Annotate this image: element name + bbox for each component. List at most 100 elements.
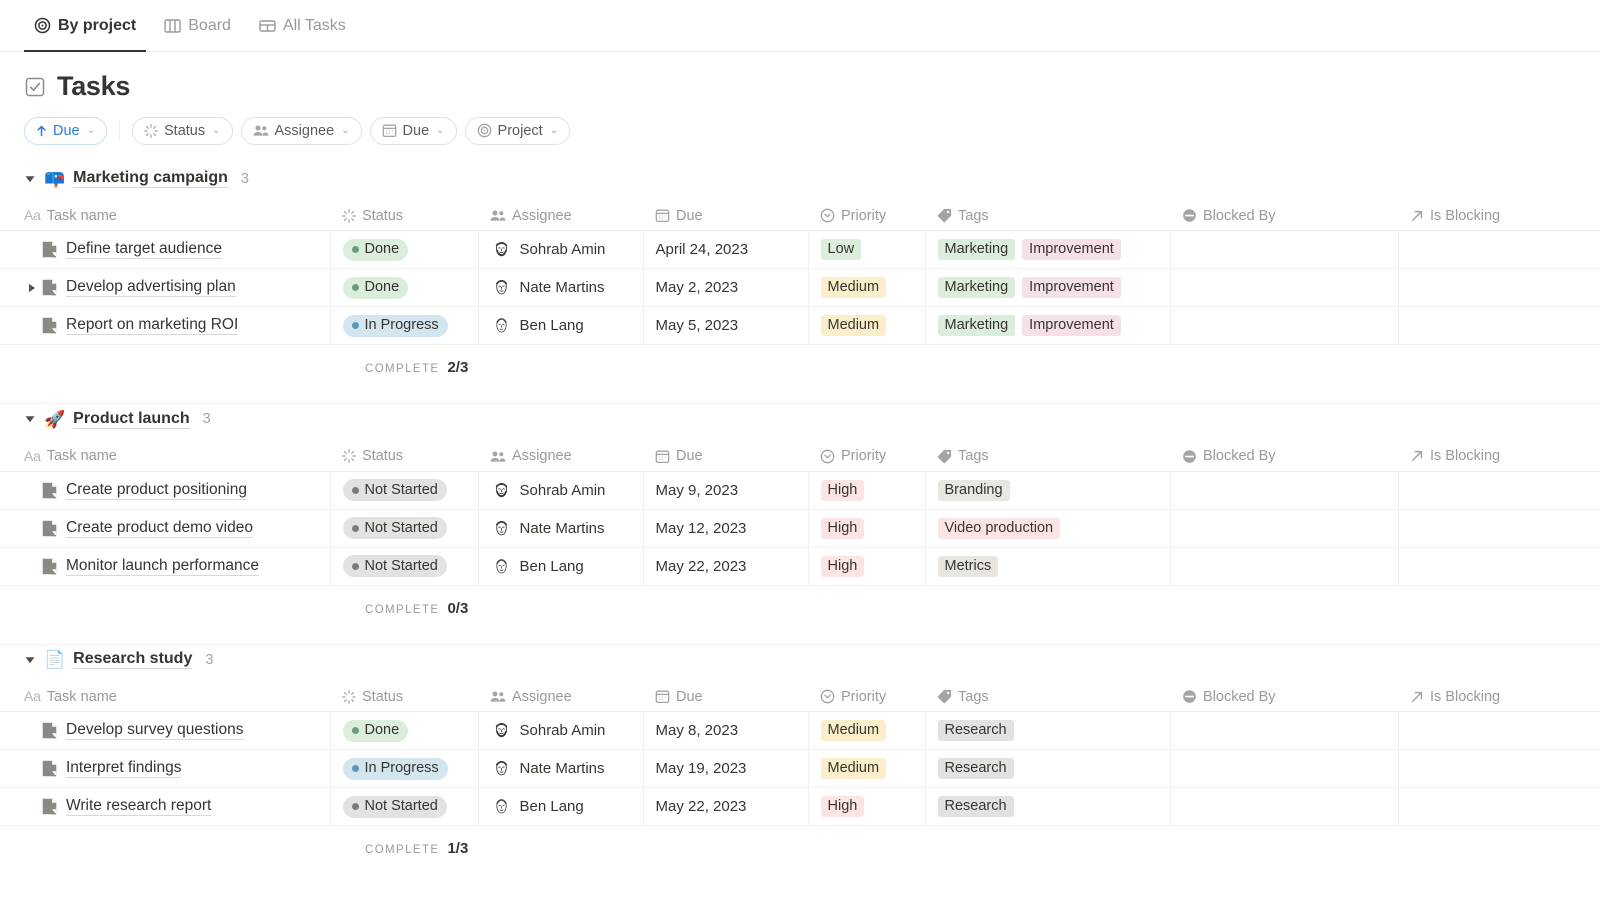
cell-status[interactable]: Done: [330, 268, 479, 308]
column-header-status[interactable]: Status: [330, 201, 478, 232]
status-badge[interactable]: In Progress: [342, 757, 448, 780]
cell-is-blocking[interactable]: [1398, 230, 1600, 270]
column-header-blocked-by[interactable]: Blocked By: [1170, 442, 1398, 472]
column-header-status[interactable]: Status: [330, 682, 478, 713]
cell-due[interactable]: May 9, 2023: [643, 471, 809, 510]
tab-board[interactable]: Board: [154, 0, 241, 51]
cell-blocked-by[interactable]: [1170, 787, 1399, 827]
cell-task-name[interactable]: Create product demo video: [0, 509, 331, 548]
status-badge[interactable]: Not Started: [342, 517, 447, 540]
column-header-tags[interactable]: Tags: [925, 682, 1170, 713]
cell-assignee[interactable]: Nate Martins: [478, 268, 644, 308]
group-name[interactable]: Research study: [73, 650, 193, 670]
tab-all-tasks[interactable]: All Tasks: [249, 0, 356, 51]
column-header-assignee[interactable]: Assignee: [478, 442, 643, 472]
column-header-assignee[interactable]: Assignee: [478, 201, 643, 232]
cell-status[interactable]: Not Started: [330, 471, 479, 510]
cell-priority[interactable]: Medium: [808, 711, 926, 751]
group-header[interactable]: 📄 Research study 3: [0, 645, 1600, 675]
status-badge[interactable]: Not Started: [342, 555, 447, 578]
column-header-tags[interactable]: Tags: [925, 201, 1170, 232]
status-badge[interactable]: Done: [342, 719, 409, 742]
cell-is-blocking[interactable]: [1398, 268, 1600, 308]
table-row[interactable]: Monitor launch performance Not Started Be…: [0, 547, 1600, 586]
column-header-tags[interactable]: Tags: [925, 442, 1170, 472]
table-row[interactable]: Report on marketing ROI In Progress Ben L…: [0, 306, 1600, 346]
cell-blocked-by[interactable]: [1170, 509, 1399, 548]
task-name-label[interactable]: Define target audience: [66, 240, 222, 260]
cell-due[interactable]: May 19, 2023: [643, 749, 809, 789]
tag-chip[interactable]: Marketing: [937, 239, 1016, 261]
cell-is-blocking[interactable]: [1398, 509, 1600, 548]
table-row[interactable]: Develop survey questions Done Sohrab Amin…: [0, 711, 1600, 751]
table-row[interactable]: Interpret findings In Progress Nate Marti…: [0, 749, 1600, 789]
expand-subtasks-caret[interactable]: [24, 280, 40, 296]
cell-tags[interactable]: Research: [925, 787, 1171, 827]
column-header-blocked-by[interactable]: Blocked By: [1170, 682, 1398, 713]
cell-tags[interactable]: Marketing Improvement: [925, 268, 1171, 308]
cell-is-blocking[interactable]: [1398, 787, 1600, 827]
priority-chip[interactable]: High: [820, 517, 865, 539]
tag-chip[interactable]: Metrics: [937, 555, 999, 577]
column-header-is-blocking[interactable]: Is Blocking: [1398, 682, 1600, 713]
column-header-due[interactable]: Due: [643, 201, 808, 232]
cell-assignee[interactable]: Nate Martins: [478, 509, 644, 548]
priority-chip[interactable]: High: [820, 479, 865, 501]
cell-task-name[interactable]: Report on marketing ROI: [0, 306, 331, 346]
cell-status[interactable]: Done: [330, 711, 479, 751]
table-row[interactable]: Write research report Not Started Ben Lan…: [0, 787, 1600, 827]
task-name-label[interactable]: Create product positioning: [66, 481, 247, 500]
group-header[interactable]: 📪 Marketing campaign 3: [0, 164, 1600, 194]
tag-chip[interactable]: Video production: [937, 517, 1061, 539]
cell-task-name[interactable]: Define target audience: [0, 230, 331, 270]
cell-due[interactable]: May 22, 2023: [643, 787, 809, 827]
table-row[interactable]: Create product demo video Not Started Nat…: [0, 509, 1600, 548]
cell-task-name[interactable]: Write research report: [0, 787, 331, 827]
tag-chip[interactable]: Improvement: [1022, 315, 1121, 337]
column-header-task-name[interactable]: Aa Task name: [0, 682, 330, 713]
cell-status[interactable]: Not Started: [330, 547, 479, 586]
task-name-label[interactable]: Create product demo video: [66, 519, 253, 538]
tag-chip[interactable]: Improvement: [1022, 277, 1121, 299]
cell-blocked-by[interactable]: [1170, 711, 1399, 751]
group-name[interactable]: Product launch: [73, 410, 190, 429]
task-name-label[interactable]: Report on marketing ROI: [66, 316, 239, 336]
column-header-assignee[interactable]: Assignee: [478, 682, 643, 713]
status-badge[interactable]: In Progress: [342, 314, 448, 337]
cell-blocked-by[interactable]: [1170, 306, 1399, 346]
tab-by-project[interactable]: By project: [24, 0, 147, 52]
priority-chip[interactable]: Low: [820, 239, 862, 261]
cell-tags[interactable]: Research: [925, 749, 1171, 789]
cell-status[interactable]: Done: [330, 230, 479, 270]
task-name-label[interactable]: Write research report: [66, 797, 212, 817]
cell-blocked-by[interactable]: [1170, 268, 1399, 308]
cell-tags[interactable]: Metrics: [925, 547, 1171, 586]
cell-assignee[interactable]: Sohrab Amin: [478, 230, 644, 270]
column-header-due[interactable]: Due: [643, 682, 808, 713]
tag-chip[interactable]: Improvement: [1022, 239, 1121, 261]
column-header-task-name[interactable]: Aa Task name: [0, 442, 330, 472]
cell-is-blocking[interactable]: [1398, 306, 1600, 346]
cell-task-name[interactable]: Create product positioning: [0, 471, 331, 510]
cell-is-blocking[interactable]: [1398, 471, 1600, 510]
cell-assignee[interactable]: Sohrab Amin: [478, 711, 644, 751]
cell-priority[interactable]: High: [808, 787, 926, 827]
cell-assignee[interactable]: Nate Martins: [478, 749, 644, 789]
group-name[interactable]: Marketing campaign: [73, 169, 228, 189]
filter-due-pill[interactable]: Due ⌄: [369, 116, 457, 145]
cell-status[interactable]: Not Started: [330, 787, 479, 827]
task-name-label[interactable]: Monitor launch performance: [66, 557, 259, 576]
cell-status[interactable]: Not Started: [330, 509, 479, 548]
cell-tags[interactable]: Marketing Improvement: [925, 230, 1171, 270]
cell-task-name[interactable]: Monitor launch performance: [0, 547, 331, 586]
cell-assignee[interactable]: Sohrab Amin: [478, 471, 644, 510]
priority-chip[interactable]: Medium: [820, 758, 887, 780]
column-header-due[interactable]: Due: [643, 442, 808, 472]
cell-priority[interactable]: High: [808, 509, 926, 548]
cell-tags[interactable]: Video production: [925, 509, 1171, 548]
column-header-task-name[interactable]: Aa Task name: [0, 201, 330, 232]
sort-due-pill[interactable]: Due ⌄: [24, 116, 107, 145]
cell-blocked-by[interactable]: [1170, 547, 1399, 586]
priority-chip[interactable]: High: [820, 555, 865, 577]
cell-task-name[interactable]: Develop advertising plan: [0, 268, 331, 308]
